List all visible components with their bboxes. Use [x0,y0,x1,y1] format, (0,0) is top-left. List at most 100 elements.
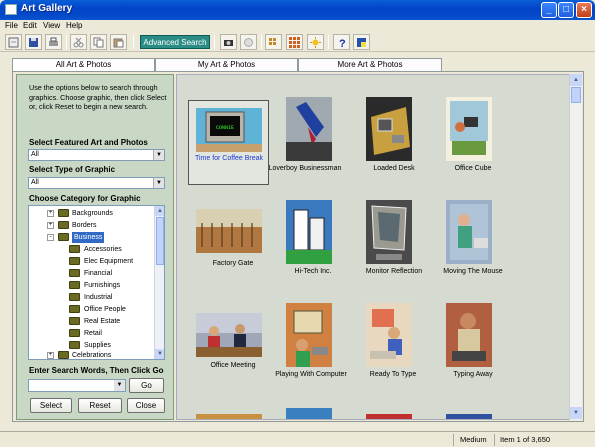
paste-button[interactable] [110,34,127,50]
app-icon [5,4,17,15]
tree-item-label: Elec Equipment [84,258,134,265]
thumbnail-medium-button[interactable] [286,34,303,50]
select-button[interactable]: Select [30,398,72,413]
type-select[interactable]: All ▼ [28,177,165,189]
scroll-down-icon[interactable]: ▼ [155,349,164,359]
camera-button[interactable] [220,34,237,50]
cut-button[interactable] [70,34,87,50]
item-caption: Ready To Type [369,371,417,378]
thumbnail-loaded-desk[interactable] [366,97,412,161]
menu-bar: File Edit View Help [0,20,595,32]
menu-view[interactable]: View [43,21,60,30]
thumbnail-monitor-reflection[interactable] [366,200,412,264]
menu-edit[interactable]: Edit [23,21,37,30]
tab-my-art[interactable]: My Art & Photos [155,58,298,71]
tree-item-label: Office People [84,306,126,313]
expand-icon[interactable]: + [47,222,54,229]
help-button[interactable]: ? [333,34,350,50]
thumbnail-coffee-break[interactable]: CONNIE [196,108,262,152]
close-button[interactable]: Close [127,398,165,413]
search-label: Enter Search Words, Then Click Go [29,366,164,375]
tree-item-label: Celebrations [72,352,112,359]
minimize-button[interactable]: _ [541,2,557,18]
folder-icon [58,351,69,359]
new-button[interactable] [5,34,22,50]
window-title: Art Gallery [21,3,73,14]
grid-medium-icon [289,37,300,48]
chevron-down-icon[interactable]: ▼ [114,380,125,391]
maximize-button[interactable]: □ [558,2,574,18]
gallery-scrollbar[interactable]: ▲ ▼ [569,74,582,420]
status-size: Medium [460,435,487,444]
tree-item-label: Furnishings [84,282,121,289]
featured-label: Select Featured Art and Photos [29,138,148,147]
tab-all-art[interactable]: All Art & Photos [12,58,155,71]
sun-icon [310,37,321,48]
item-caption: Hi-Tech Inc. [294,268,332,275]
thumbnail-factory-gate[interactable] [196,209,262,253]
thumbnail-office-meeting[interactable] [196,313,262,357]
thumbnail-loverboy[interactable] [286,97,332,161]
question-mark-icon: ? [339,38,346,48]
folder-icon [69,317,80,325]
tab-more-art[interactable]: More Art & Photos [298,58,442,71]
item-caption: Loaded Desk [373,165,415,172]
scroll-thumb[interactable] [571,87,581,103]
thumbnail-partial [446,414,492,419]
chevron-down-icon[interactable]: ▼ [153,178,164,188]
scroll-up-icon[interactable]: ▲ [570,74,582,86]
tree-scrollbar[interactable]: ▲ ▼ [154,206,164,359]
save-icon [29,38,38,47]
chevron-down-icon[interactable]: ▼ [153,150,164,160]
folder-icon [69,269,80,277]
scroll-thumb[interactable] [156,217,164,265]
whats-this-button[interactable] [353,34,370,50]
copy-icon [93,37,104,48]
folder-icon [69,293,80,301]
featured-select[interactable]: All ▼ [28,149,165,161]
item-caption: Typing Away [453,371,493,378]
scroll-down-icon[interactable]: ▼ [570,407,582,419]
thumbnail-playing-computer[interactable] [286,303,332,367]
item-caption: Loverboy Businessman [268,165,342,172]
tab-bar: All Art & Photos My Art & Photos More Ar… [12,58,442,71]
thumbnail-small-button[interactable] [265,34,282,50]
circle-icon [244,38,253,47]
close-window-button[interactable]: × [576,2,592,18]
scroll-up-icon[interactable]: ▲ [155,206,164,216]
thumbnail-moving-mouse[interactable] [446,200,492,264]
collapse-icon[interactable]: - [47,234,54,241]
new-icon [8,37,19,48]
print-button[interactable] [45,34,62,50]
svg-text:?: ? [339,38,346,48]
copy-button[interactable] [90,34,107,50]
item-caption: Monitor Reflection [365,268,423,275]
thumbnail-office-cube[interactable] [446,97,492,161]
item-caption: Moving The Mouse [443,268,503,275]
thumbnail-ready-to-type[interactable] [366,303,412,367]
reset-button[interactable]: Reset [78,398,122,413]
open-folder-icon [58,233,69,241]
disabled-tool-button[interactable] [240,34,257,50]
toolbar: ? [0,32,595,52]
expand-icon[interactable]: + [47,210,54,217]
advanced-search-button[interactable]: Advanced Search [140,35,210,49]
save-button[interactable] [25,34,42,50]
menu-file[interactable]: File [5,21,18,30]
menu-help[interactable]: Help [66,21,82,30]
folder-icon [69,257,80,265]
tree-item-label: Accessories [84,246,122,253]
help-pointer-icon [357,38,366,47]
help-text: Use the options below to search through … [29,83,167,111]
tree-item-label: Business [72,232,105,243]
thumbnail-hi-tech[interactable] [286,200,332,264]
expand-icon[interactable]: + [47,352,54,359]
thumbnail-typing-away[interactable] [446,303,492,367]
type-value: All [31,179,39,186]
print-icon [49,37,58,46]
category-tree[interactable]: + Backgrounds + Borders - Business Acces… [28,205,165,360]
brightness-button[interactable] [307,34,324,50]
search-input[interactable]: ▼ [28,379,126,392]
tree-item-label: Borders [72,222,97,229]
go-button[interactable]: Go [129,378,164,393]
